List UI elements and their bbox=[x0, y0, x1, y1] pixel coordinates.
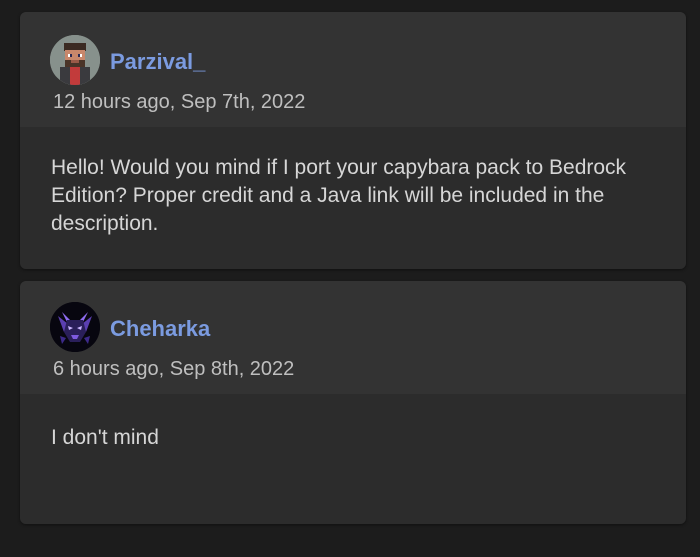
comment-body: Hello! Would you mind if I port your cap… bbox=[20, 127, 686, 269]
comment-text: Hello! Would you mind if I port your cap… bbox=[51, 156, 627, 235]
comment-header: Cheharka 6 hours ago, Sep 8th, 2022 bbox=[20, 281, 686, 394]
comment-card: Cheharka 6 hours ago, Sep 8th, 2022 I do… bbox=[20, 281, 686, 524]
comment-card: Parzival_ 12 hours ago, Sep 7th, 2022 He… bbox=[20, 12, 686, 269]
pixel-character-avatar-icon[interactable] bbox=[50, 35, 100, 85]
purple-creature-avatar-icon[interactable] bbox=[50, 302, 100, 352]
comment-text: I don't mind bbox=[51, 426, 159, 449]
username-link[interactable]: Parzival_ bbox=[110, 49, 205, 75]
comment-timestamp: 6 hours ago, Sep 8th, 2022 bbox=[53, 358, 295, 380]
comment-header: Parzival_ 12 hours ago, Sep 7th, 2022 bbox=[20, 12, 686, 127]
username-link[interactable]: Cheharka bbox=[110, 316, 210, 342]
comment-timestamp: 12 hours ago, Sep 7th, 2022 bbox=[53, 91, 306, 113]
comment-body: I don't mind bbox=[20, 394, 686, 524]
comment-thread: Parzival_ 12 hours ago, Sep 7th, 2022 He… bbox=[0, 0, 700, 557]
